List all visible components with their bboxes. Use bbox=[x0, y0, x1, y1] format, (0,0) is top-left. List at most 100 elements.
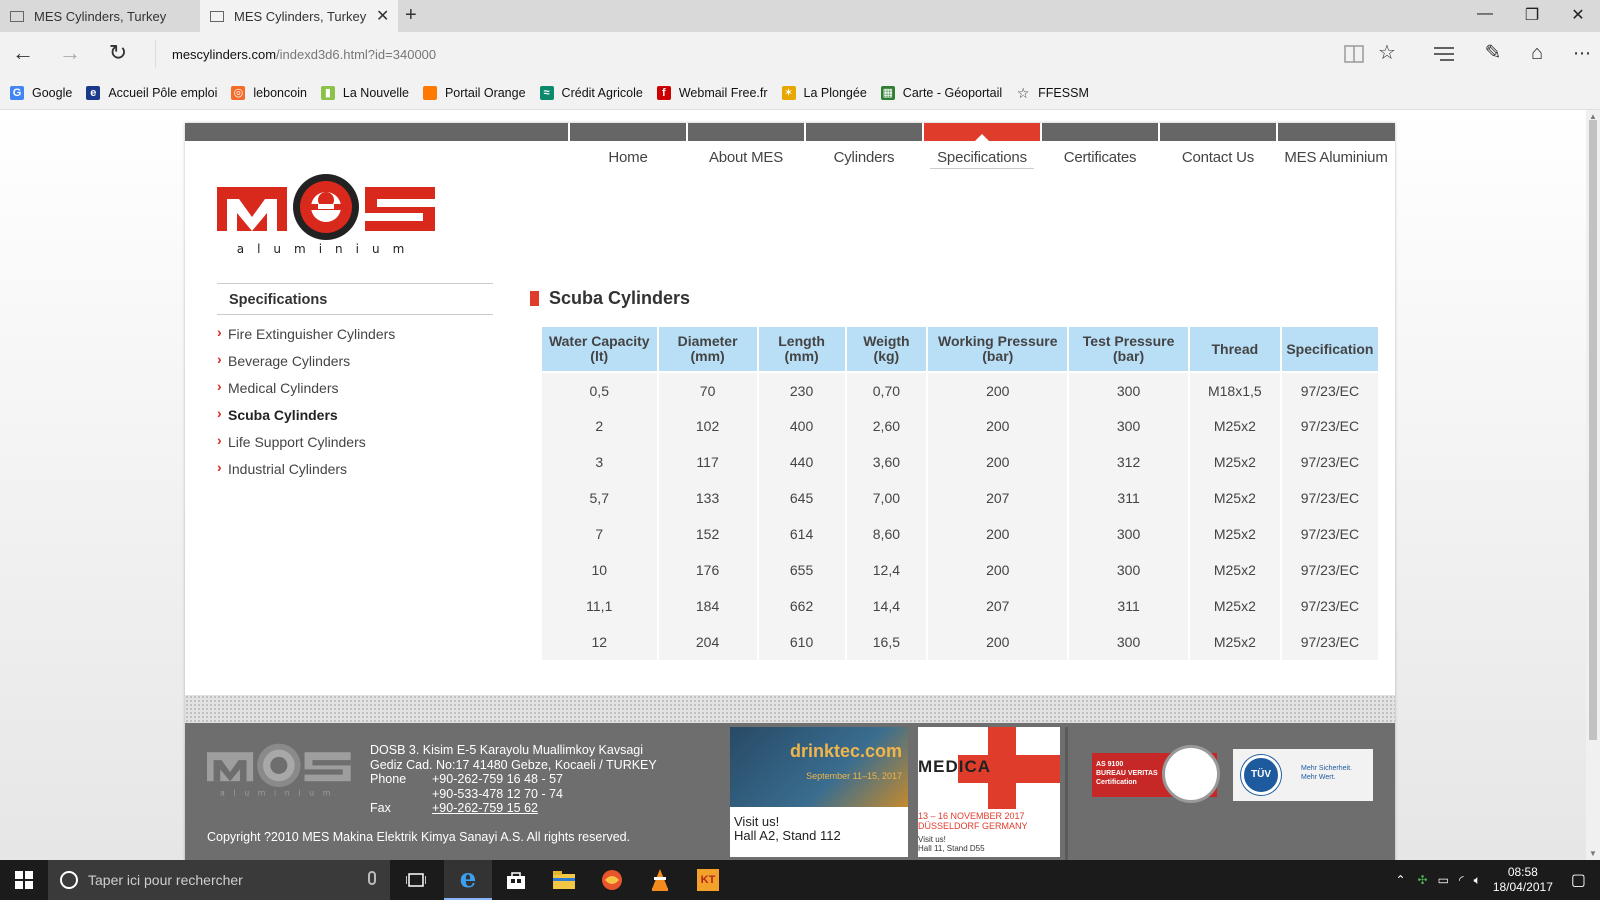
close-tab-icon[interactable]: ✕ bbox=[376, 6, 389, 26]
column-header: Weigth (kg) bbox=[844, 325, 929, 373]
table-cell: 300 bbox=[1067, 372, 1190, 408]
column-header-unit: (bar) bbox=[982, 348, 1014, 364]
table-cell: 230 bbox=[756, 372, 847, 408]
favorite-pole-emploi[interactable]: e Accueil Pôle emploi bbox=[86, 85, 217, 100]
network-app-icon[interactable]: ✣ bbox=[1418, 873, 1428, 887]
explorer-taskbar-button[interactable] bbox=[540, 860, 588, 900]
table-cell: 207 bbox=[926, 480, 1070, 516]
sidebar-item-beverage-cylinders[interactable]: Beverage Cylinders bbox=[217, 348, 493, 375]
scrollbar[interactable]: ▲ ▼ bbox=[1586, 110, 1600, 860]
mes-logo[interactable]: aluminium bbox=[217, 173, 437, 255]
sidebar-item-scuba-cylinders[interactable]: Scuba Cylinders bbox=[217, 402, 493, 429]
taskbar-search[interactable]: Taper ici pour rechercher bbox=[48, 860, 390, 900]
task-view-button[interactable] bbox=[392, 860, 440, 900]
forward-icon[interactable]: → bbox=[55, 40, 85, 66]
share-icon[interactable]: ⌂ bbox=[1522, 40, 1552, 66]
tab-bar: MES Cylinders, Turkey MES Cylinders, Tur… bbox=[0, 0, 1600, 32]
table-cell: 300 bbox=[1067, 516, 1190, 552]
clock[interactable]: 08:58 18/04/2017 bbox=[1493, 865, 1553, 895]
scroll-thumb[interactable] bbox=[1589, 120, 1597, 740]
table-cell: 133 bbox=[656, 480, 759, 516]
hub-icon[interactable] bbox=[1434, 46, 1454, 62]
column-header: Thread bbox=[1187, 325, 1282, 373]
footer: aluminium DOSB 3. Kisim E-5 Karayolu Mua… bbox=[185, 723, 1395, 860]
wifi-icon[interactable]: ◜ bbox=[1459, 873, 1464, 887]
favorite-credit-agricole[interactable]: ≈ Crédit Agricole bbox=[539, 85, 643, 100]
web-note-icon[interactable]: ✎ bbox=[1478, 40, 1508, 66]
menu-item-mes-aluminium[interactable]: MES Aluminium bbox=[1276, 123, 1394, 173]
favorite-la-plongee[interactable]: ✶ La Plongée bbox=[781, 85, 867, 100]
vlc-taskbar-button[interactable] bbox=[636, 860, 684, 900]
scroll-down-icon[interactable]: ▼ bbox=[1586, 849, 1600, 858]
medica-banner[interactable]: MEDICA 13 – 16 NOVEMBER 2017 DÜSSELDORF … bbox=[918, 727, 1060, 857]
phone-number: +90-533-478 12 70 - 74 bbox=[432, 786, 564, 801]
app-taskbar-button[interactable] bbox=[588, 860, 636, 900]
sidebar: Specifications Fire Extinguisher Cylinde… bbox=[217, 283, 493, 483]
main-menu: Home About MES Cylinders Specifications Cert… bbox=[568, 123, 1394, 183]
sidebar-item-life-support-cylinders[interactable]: Life Support Cylinders bbox=[217, 429, 493, 456]
menu-item-about-mes[interactable]: About MES bbox=[686, 123, 804, 173]
menu-item-specifications[interactable]: Specifications bbox=[922, 123, 1040, 173]
table-cell: 97/23/EC bbox=[1279, 588, 1381, 624]
google-icon: G bbox=[10, 85, 24, 100]
sidebar-item-fire-extinguisher-cylinders[interactable]: Fire Extinguisher Cylinders bbox=[217, 321, 493, 348]
notifications-icon[interactable]: ▢ bbox=[1571, 870, 1586, 890]
table-cell: 3,60 bbox=[844, 444, 929, 480]
favorite-leboncoin[interactable]: ◎ leboncoin bbox=[231, 85, 307, 100]
table-cell: 0,70 bbox=[844, 372, 929, 408]
favorite-la-nouvelle[interactable]: ▮ La Nouvelle bbox=[320, 85, 409, 100]
new-tab-button[interactable]: + bbox=[405, 4, 417, 27]
minimize-button[interactable]: — bbox=[1470, 5, 1500, 23]
tuv-badge[interactable]: TÜV Mehr Sicherheit. Mehr Wert. bbox=[1233, 749, 1373, 801]
column-header: Water Capacity (lt) bbox=[540, 325, 659, 373]
table-cell: 200 bbox=[926, 444, 1070, 480]
menu-item-cylinders[interactable]: Cylinders bbox=[804, 123, 922, 173]
close-window-button[interactable]: ✕ bbox=[1563, 5, 1593, 25]
table-cell: 14,4 bbox=[844, 588, 929, 624]
table-cell: M25x2 bbox=[1187, 516, 1282, 552]
address-bar[interactable]: mescylinders.com/indexd3d6.html?id=34000… bbox=[155, 40, 1305, 68]
table-cell: 614 bbox=[756, 516, 847, 552]
reading-view-icon[interactable] bbox=[1344, 45, 1364, 63]
refresh-icon[interactable]: ↻ bbox=[103, 40, 133, 66]
column-header-label: Diameter bbox=[677, 333, 738, 349]
menu-item-certificates[interactable]: Certificates bbox=[1040, 123, 1158, 173]
table-row: 11,1 184 662 14,4 207 311 M25x2 97/23/EC bbox=[540, 588, 1381, 624]
spec-table: Water Capacity (lt) Diameter (mm) Length (mm)… bbox=[540, 325, 1381, 660]
favorite-star[interactable]: ☆ FFESSM bbox=[1016, 85, 1089, 100]
volume-icon[interactable]: 🔈︎ bbox=[1474, 873, 1481, 888]
drinktec-banner[interactable]: drinktec.com September 11–15, 2017 Visit… bbox=[730, 727, 908, 857]
favorite-geoportail[interactable]: ▦ Carte - Géoportail bbox=[880, 85, 1002, 100]
edge-taskbar-button[interactable]: e bbox=[444, 860, 492, 900]
more-icon[interactable]: ⋯ bbox=[1567, 40, 1597, 66]
copyright: Copyright ?2010 MES Makina Elektrik Kimy… bbox=[207, 830, 631, 844]
tab-inactive[interactable]: MES Cylinders, Turkey bbox=[0, 0, 200, 32]
sidebar-item-medical-cylinders[interactable]: Medical Cylinders bbox=[217, 375, 493, 402]
drinktec-name: drinktec.com bbox=[789, 741, 902, 761]
favorite-google[interactable]: G Google bbox=[10, 85, 72, 100]
microphone-icon[interactable] bbox=[368, 871, 376, 885]
battery-icon[interactable]: ▭ bbox=[1438, 873, 1449, 887]
chevron-up-icon[interactable]: ⌃ bbox=[1395, 873, 1405, 887]
favorite-free[interactable]: f Webmail Free.fr bbox=[656, 85, 768, 100]
table-cell: 97/23/EC bbox=[1279, 444, 1381, 480]
sidebar-item-industrial-cylinders[interactable]: Industrial Cylinders bbox=[217, 456, 493, 483]
clock-date: 18/04/2017 bbox=[1492, 880, 1553, 894]
medica-city: DÜSSELDORF GERMANY bbox=[918, 821, 1028, 831]
store-taskbar-button[interactable] bbox=[492, 860, 540, 900]
medica-name: MEDICA bbox=[918, 757, 992, 776]
kt-taskbar-button[interactable]: KT bbox=[684, 860, 732, 900]
favorite-orange[interactable]: Portail Orange bbox=[422, 85, 526, 100]
menu-item-contact-us[interactable]: Contact Us bbox=[1158, 123, 1276, 173]
table-cell: 207 bbox=[926, 588, 1070, 624]
free-icon: f bbox=[656, 85, 671, 100]
start-button[interactable] bbox=[0, 860, 48, 900]
menu-item-home[interactable]: Home bbox=[568, 123, 686, 173]
back-icon[interactable]: ← bbox=[8, 40, 38, 66]
tab-active[interactable]: MES Cylinders, Turkey - ✕ bbox=[200, 0, 398, 32]
favorite-star-icon[interactable]: ☆ bbox=[1372, 40, 1402, 66]
restore-button[interactable]: ❐ bbox=[1517, 5, 1547, 25]
table-cell: 97/23/EC bbox=[1279, 552, 1381, 588]
table-cell: 7 bbox=[540, 516, 659, 552]
fax-link[interactable]: +90-262-759 15 62 bbox=[432, 801, 538, 816]
